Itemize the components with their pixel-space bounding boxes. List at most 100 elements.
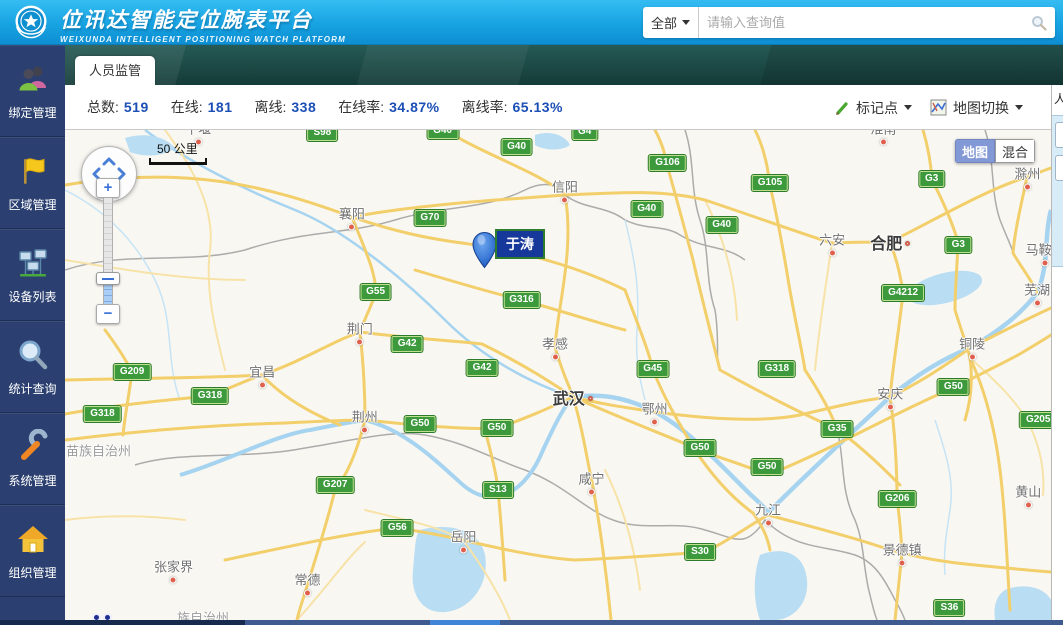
marker-point-button[interactable]: 标记点 (834, 98, 912, 118)
stats-bar: 总数:519 在线:181 离线:338 在线率:34.87% 离线率:65.1… (65, 85, 1051, 130)
map-thumbnail-icon (930, 99, 947, 116)
road-badge: G3 (946, 237, 971, 253)
home-icon (15, 521, 51, 557)
road-badge: G105 (752, 175, 788, 191)
road-badge: G35 (822, 421, 853, 437)
road-badge: G45 (637, 361, 668, 377)
map-type-toggle: 地图 混合 (955, 139, 1035, 163)
road-badge: G3 (919, 171, 944, 187)
road-badge: G209 (114, 364, 150, 380)
road-badge: G206 (879, 491, 915, 507)
road-badge: G40 (631, 201, 662, 217)
sidebar-nav: 绑定管理 区域管理 设备列表 统计查询 系统管理 (0, 45, 65, 620)
sidebar-item-label: 统计查询 (8, 380, 56, 397)
road-badge: G56 (382, 520, 413, 536)
sidebar-item-label: 区域管理 (8, 196, 56, 213)
magnifier-icon (15, 337, 51, 373)
road-badge: G40 (706, 217, 737, 233)
road-badge: G318 (84, 406, 120, 422)
marker-point-label: 标记点 (856, 98, 898, 118)
road-badge: G4212 (882, 285, 924, 301)
cluster-dot[interactable] (92, 613, 101, 620)
global-search: 全部 (643, 7, 1055, 38)
road-badge: G207 (317, 477, 353, 493)
scrollbar-thumb[interactable] (430, 620, 500, 625)
road-badge: G40 (427, 130, 458, 139)
app-title: 位讯达智能定位腕表平台 (60, 4, 346, 34)
road-badge: S36 (935, 600, 965, 616)
stat-total: 总数:519 (87, 97, 149, 117)
map-canvas[interactable]: S98 G40 G4 G40 G106 G105 G3 G40 G40 G3 G70 G4212 G55… (65, 130, 1051, 620)
zoom-track[interactable] (103, 198, 113, 304)
map-toolbar: 标记点 地图切换 (834, 85, 1023, 130)
flag-icon (15, 153, 51, 189)
road-badge: G318 (759, 361, 795, 377)
zoom-out-button[interactable]: − (96, 304, 120, 324)
personnel-panel-collapsed[interactable]: 人 (1051, 85, 1063, 620)
panel-button-partial (1055, 122, 1063, 148)
map-switch-button[interactable]: 地图切换 (930, 98, 1023, 118)
stat-online: 在线:181 (171, 97, 233, 117)
road-badge: S98 (307, 130, 337, 141)
app-subtitle: WEIXUNDA INTELLIGENT POSITIONING WATCH P… (60, 35, 346, 44)
panel-button-partial (1055, 155, 1063, 181)
stat-offline: 离线:338 (255, 97, 317, 117)
sidebar-item-label: 组织管理 (8, 564, 56, 581)
road-badge: G40 (501, 139, 532, 155)
chevron-down-icon (682, 20, 690, 25)
map-type-hybrid-button[interactable]: 混合 (995, 139, 1035, 163)
search-input[interactable] (699, 15, 1031, 30)
tab-personnel-monitor[interactable]: 人员监管 (75, 56, 155, 85)
road-badge: G106 (649, 155, 685, 171)
map-roads-layer (65, 130, 1051, 620)
app-title-block: 位讯达智能定位腕表平台 WEIXUNDA INTELLIGENT POSITIO… (60, 4, 346, 44)
devices-icon (15, 245, 51, 281)
cluster-dot[interactable] (103, 613, 112, 620)
road-badge: G55 (360, 284, 391, 300)
road-badge: G42 (467, 360, 498, 376)
tab-bar: 人员监管 (65, 45, 1063, 85)
map-scale: 50 公里 (149, 140, 207, 165)
chevron-down-icon (904, 105, 912, 110)
wrench-icon (15, 429, 51, 465)
sidebar-item-label: 绑定管理 (8, 104, 56, 121)
road-badge: G316 (503, 292, 539, 308)
personnel-panel-label: 人 (1052, 85, 1063, 107)
stat-offline-rate: 离线率:65.13% (462, 97, 563, 117)
search-filter-select[interactable]: 全部 (643, 7, 699, 38)
sidebar-item-devices[interactable]: 设备列表 (0, 229, 65, 321)
zoom-in-button[interactable]: + (96, 178, 120, 198)
scrollbar-track[interactable] (245, 620, 1063, 625)
zoom-thumb[interactable] (96, 272, 120, 285)
road-badge: G50 (405, 416, 436, 432)
stat-online-rate: 在线率:34.87% (338, 97, 439, 117)
road-badge: G4 (572, 130, 597, 140)
sidebar-item-organization[interactable]: 组织管理 (0, 505, 65, 597)
sidebar-item-label: 设备列表 (8, 288, 56, 305)
sidebar-item-region[interactable]: 区域管理 (0, 137, 65, 229)
chevron-down-icon (1015, 105, 1023, 110)
road-badge: G50 (481, 420, 512, 436)
sidebar-item-label: 系统管理 (8, 472, 56, 489)
sidebar-item-binding[interactable]: 绑定管理 (0, 45, 65, 137)
map-zoom-slider: + − (95, 178, 121, 324)
pencil-icon (834, 100, 850, 116)
map-type-map-button[interactable]: 地图 (955, 139, 995, 163)
sidebar-item-system[interactable]: 系统管理 (0, 413, 65, 505)
road-badge: S30 (685, 544, 715, 560)
road-badge: G318 (192, 388, 228, 404)
road-badge: G50 (685, 440, 716, 456)
police-badge-logo (10, 2, 52, 44)
road-badge: G205 (1020, 412, 1051, 428)
map-scale-label: 50 公里 (157, 140, 207, 157)
road-badge: G50 (938, 379, 969, 395)
search-filter-label: 全部 (651, 13, 677, 32)
road-badge: G70 (414, 210, 445, 226)
search-icon[interactable] (1031, 15, 1047, 31)
road-badge: S13 (483, 482, 513, 498)
personnel-panel-strip (1052, 115, 1063, 267)
map-scale-line (149, 158, 207, 165)
app-header: 位讯达智能定位腕表平台 WEIXUNDA INTELLIGENT POSITIO… (0, 0, 1063, 45)
sidebar-item-statistics[interactable]: 统计查询 (0, 321, 65, 413)
person-marker-label[interactable]: 于涛 (495, 229, 545, 259)
